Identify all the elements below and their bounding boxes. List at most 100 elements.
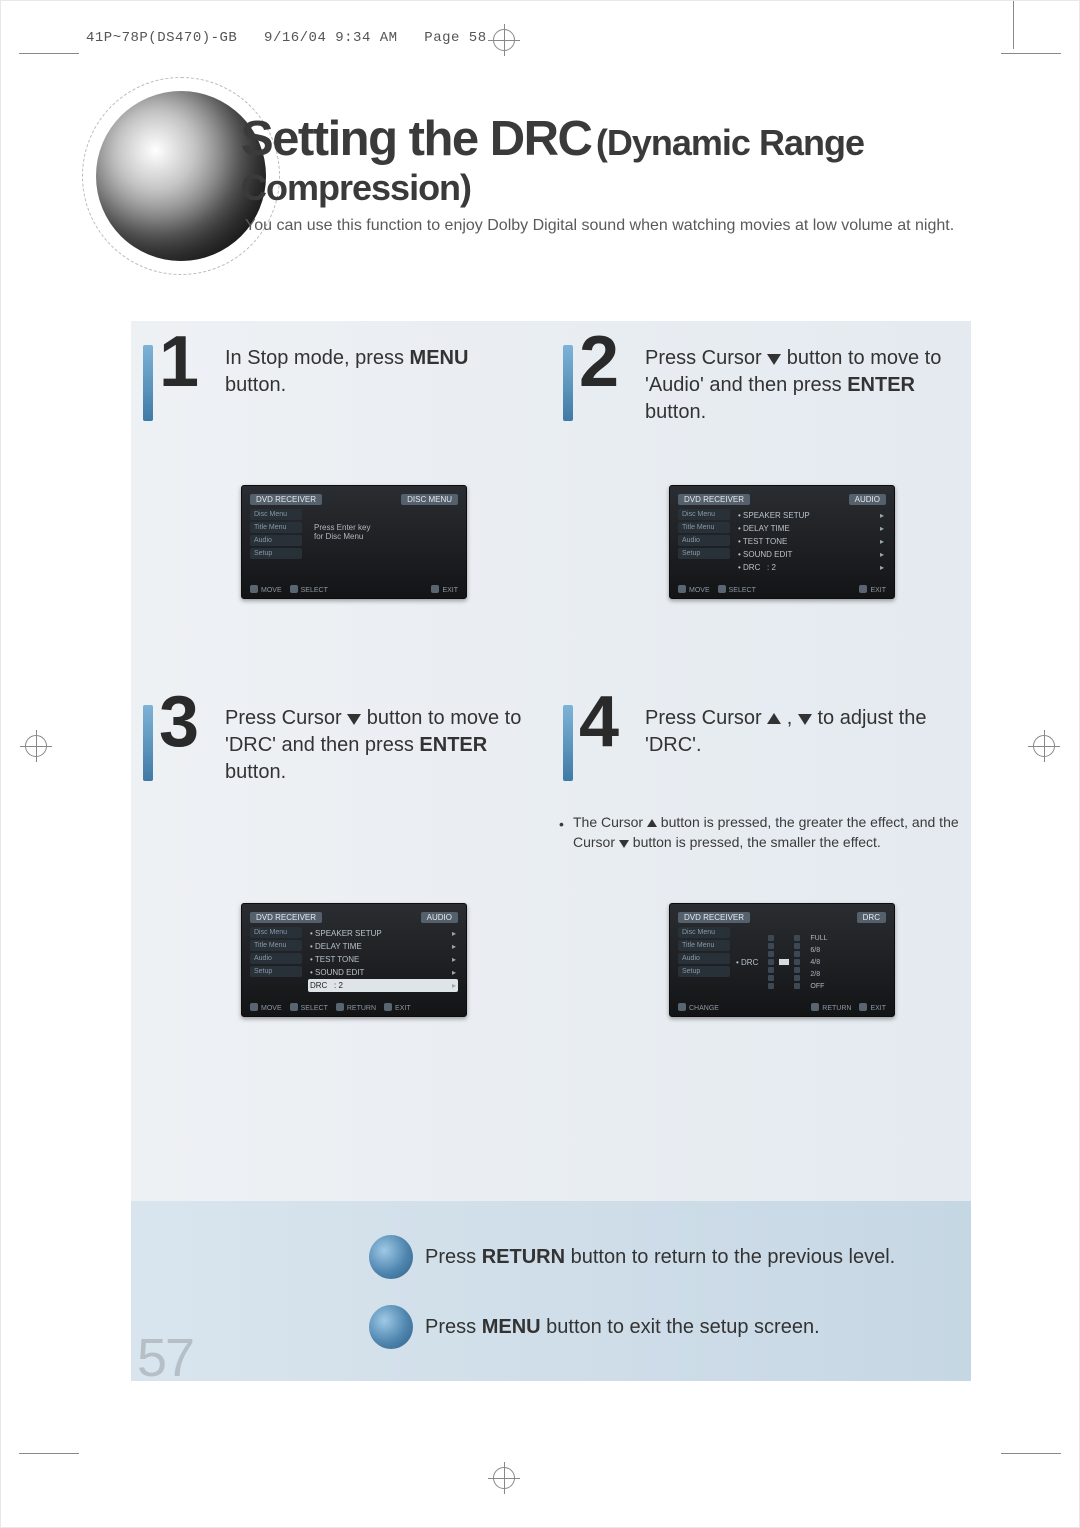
- osd-main: • SPEAKER SETUP▸ • DELAY TIME▸ • TEST TO…: [308, 927, 458, 997]
- osd-screenshot-1: DVD RECEIVER DISC MENU Disc Menu Title Me…: [241, 485, 467, 599]
- bullet-dot-icon: [369, 1235, 413, 1279]
- t: button.: [645, 401, 706, 423]
- drc-level: 4/8: [810, 959, 827, 966]
- osd-side: Disc Menu Title Menu Audio Setup: [250, 509, 302, 561]
- osd-screenshot-2: DVD RECEIVERAUDIO Disc Menu Title Menu A…: [669, 485, 895, 599]
- osd-side: Disc Menu Title Menu Audio Setup: [678, 927, 730, 979]
- osd-foot-item: SELECT: [718, 585, 756, 594]
- osd-foot-item: EXIT: [431, 585, 458, 594]
- registration-mark: [25, 735, 47, 757]
- t-bold: RETURN: [482, 1246, 565, 1268]
- osd-screenshot-4: DVD RECEIVERDRC Disc Menu Title Menu Aud…: [669, 903, 895, 1017]
- trim-mark: [1001, 1453, 1061, 1454]
- step-number: 3: [159, 681, 199, 763]
- osd-side-item: Setup: [250, 548, 302, 559]
- osd-item: SOUND EDIT: [743, 550, 792, 559]
- trim-mark: [19, 1453, 79, 1454]
- step-text: In Stop mode, press MENU button.: [225, 345, 533, 399]
- drc-level: 2/8: [810, 971, 827, 978]
- osd-side-item: Audio: [250, 953, 302, 964]
- t: button to return to the previous level.: [565, 1246, 895, 1268]
- page-number: 57: [137, 1327, 193, 1389]
- header-page: Page 58: [424, 30, 486, 46]
- osd-foot-item: RETURN: [811, 1003, 851, 1012]
- osd-foot: MOVE SELECT EXIT: [678, 579, 886, 594]
- cursor-up-icon: [767, 713, 781, 724]
- header-meta: 41P~78P(DS470)-GB 9/16/04 9:34 AM Page 5…: [86, 31, 487, 45]
- drc-levels: FULL 6/8 4/8 2/8 OFF: [810, 935, 827, 990]
- osd-item: SOUND EDIT: [315, 968, 364, 977]
- osd-item: DRC: [743, 563, 760, 572]
- osd-val: : 2: [334, 981, 343, 990]
- t: In Stop mode, press: [225, 347, 410, 369]
- osd-title: DRC: [857, 912, 886, 923]
- step-number: 1: [159, 321, 199, 403]
- osd-side-item: Disc Menu: [250, 509, 302, 520]
- drc-level: OFF: [810, 983, 827, 990]
- osd-foot-item: SELECT: [290, 1003, 328, 1012]
- osd-item: DELAY TIME: [315, 942, 362, 951]
- osd-foot-item: CHANGE: [678, 1003, 719, 1012]
- t-bold: MENU: [410, 347, 469, 369]
- t-bold: ENTER: [419, 734, 487, 756]
- osd-side: Disc Menu Title Menu Audio Setup: [678, 509, 730, 561]
- cursor-down-icon: [347, 714, 361, 725]
- intro-text: You can use this function to enjoy Dolby…: [245, 215, 959, 237]
- t: button.: [225, 761, 286, 783]
- t: Press: [425, 1316, 482, 1338]
- registration-mark: [493, 29, 515, 51]
- osd-side-item: Setup: [250, 966, 302, 977]
- osd-item: SPEAKER SETUP: [315, 929, 382, 938]
- osd-foot: CHANGE RETURN EXIT: [678, 997, 886, 1012]
- osd-side-item: Audio: [250, 535, 302, 546]
- trim-mark: [19, 53, 79, 54]
- trim-mark: [1001, 53, 1061, 54]
- osd-side-item: Audio: [678, 953, 730, 964]
- t: Press Cursor: [645, 707, 767, 729]
- osd-side-item: Setup: [678, 548, 730, 559]
- bullet-icon: •: [559, 815, 564, 835]
- step-accent: [563, 345, 573, 421]
- title-main: Setting the DRC: [241, 112, 591, 166]
- steps-panel: 1 In Stop mode, press MENU button. 2 Pre…: [131, 321, 971, 1201]
- osd-foot: MOVE SELECT RETURN EXIT: [250, 997, 458, 1012]
- trim-mark: [1013, 1, 1014, 49]
- osd-main: • SPEAKER SETUP▸ • DELAY TIME▸ • TEST TO…: [736, 509, 886, 579]
- step-accent: [563, 705, 573, 781]
- osd-item: DRC: [310, 981, 327, 990]
- osd-foot: MOVE SELECT EXIT: [250, 579, 458, 594]
- osd-title: DISC MENU: [401, 494, 458, 505]
- osd-brand: DVD RECEIVER: [250, 494, 322, 505]
- registration-mark: [1033, 735, 1055, 757]
- osd-foot-item: MOVE: [250, 585, 282, 594]
- osd-item: SPEAKER SETUP: [743, 511, 810, 520]
- footer-line-1: Press RETURN button to return to the pre…: [391, 1235, 895, 1279]
- osd-foot-item: RETURN: [336, 1003, 376, 1012]
- drc-level: 6/8: [810, 947, 827, 954]
- osd-val: : 2: [767, 563, 776, 572]
- osd-foot-item: MOVE: [250, 1003, 282, 1012]
- osd-msg: Press Enter key: [314, 523, 452, 532]
- osd-screenshot-3: DVD RECEIVERAUDIO Disc Menu Title Menu A…: [241, 903, 467, 1017]
- osd-side-item: Disc Menu: [678, 927, 730, 938]
- drc-level: FULL: [810, 935, 827, 942]
- page-title: Setting the DRC (Dynamic Range Compressi…: [241, 111, 1019, 209]
- bullet-dot-icon: [369, 1305, 413, 1349]
- osd-side: Disc Menu Title Menu Audio Setup: [250, 927, 302, 979]
- osd-brand: DVD RECEIVER: [250, 912, 322, 923]
- osd-side-item: Title Menu: [678, 940, 730, 951]
- t: button is pressed, the smaller the effec…: [629, 834, 881, 850]
- osd-side-item: Title Menu: [250, 522, 302, 533]
- osd-msg: for Disc Menu: [314, 532, 452, 541]
- osd-foot-item: EXIT: [384, 1003, 411, 1012]
- drc-knob-icon: [778, 958, 790, 966]
- t-bold: MENU: [482, 1316, 541, 1338]
- step-number: 2: [579, 321, 619, 403]
- t: button to exit the setup screen.: [541, 1316, 820, 1338]
- osd-title: AUDIO: [849, 494, 886, 505]
- step-number: 4: [579, 681, 619, 763]
- registration-mark: [493, 1467, 515, 1489]
- osd-side-item: Audio: [678, 535, 730, 546]
- cursor-up-icon: [647, 819, 657, 827]
- t: Press Cursor: [225, 707, 347, 729]
